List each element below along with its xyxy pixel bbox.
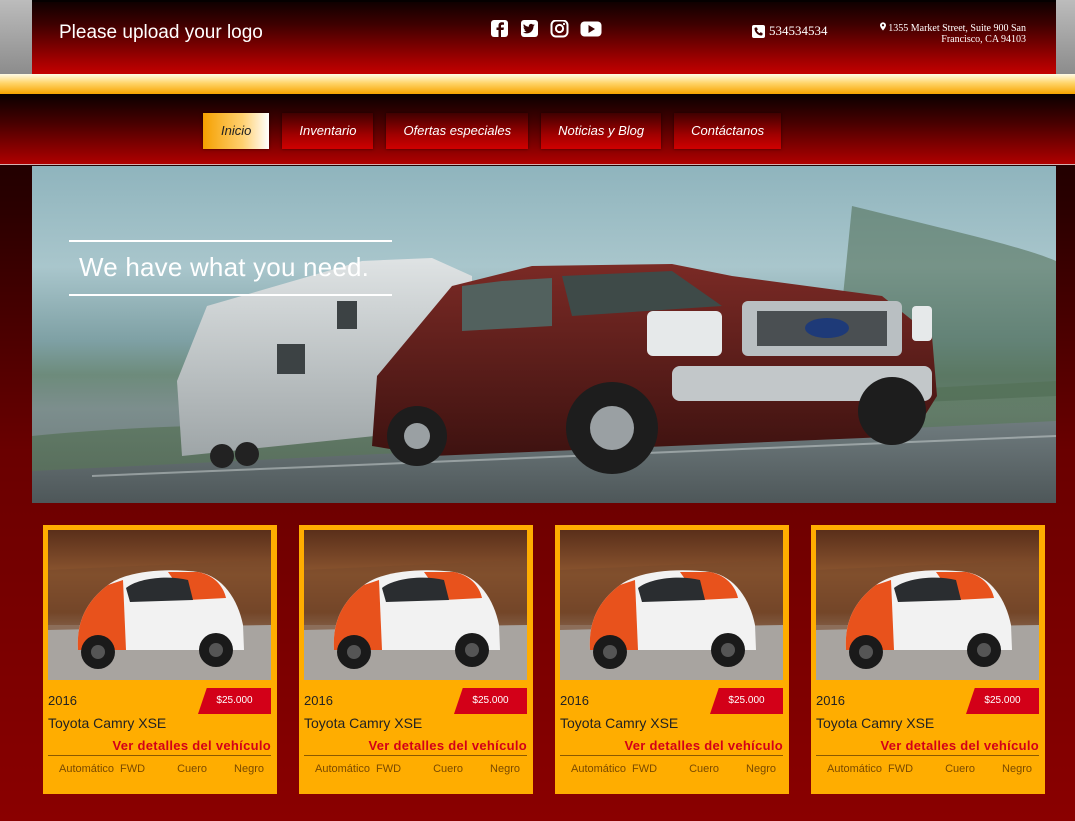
view-details-link[interactable]: Ver detalles del vehículo (624, 738, 783, 753)
card-divider (816, 755, 1039, 756)
vehicle-card[interactable]: 2016 $25.000 Toyota Camry XSE Ver detall… (43, 525, 277, 794)
spec-color: Negro (234, 763, 265, 775)
vehicle-model[interactable]: Toyota Camry XSE (560, 715, 678, 731)
map-marker-icon (879, 22, 889, 34)
phone-icon (752, 24, 765, 38)
vehicle-card[interactable]: 2016 $25.000 Toyota Camry XSE Ver detall… (555, 525, 789, 794)
card-divider (304, 755, 527, 756)
vehicle-year: 2016 (304, 693, 333, 708)
nav-item-contactanos[interactable]: Contáctanos (674, 113, 782, 149)
header-side-left (0, 0, 32, 74)
twitter-icon[interactable] (520, 20, 540, 38)
nav-item-noticias-y-blog[interactable]: Noticias y Blog (541, 113, 662, 149)
gold-divider (0, 74, 1075, 94)
logo-placeholder[interactable]: Please upload your logo (59, 22, 263, 44)
price-badge: $25.000 (198, 688, 271, 714)
hero-line-bottom (69, 294, 392, 296)
view-details-link[interactable]: Ver detalles del vehículo (880, 738, 1039, 753)
facebook-icon[interactable] (490, 20, 510, 38)
phone-contact: 534534534 (752, 23, 828, 39)
hero-banner: We have what you need. (32, 166, 1056, 503)
spec-transmission: Automático (59, 763, 115, 775)
vehicle-model[interactable]: Toyota Camry XSE (48, 715, 166, 731)
card-divider (560, 755, 783, 756)
vehicle-model[interactable]: Toyota Camry XSE (304, 715, 422, 731)
vehicle-image[interactable] (816, 530, 1039, 680)
price-badge: $25.000 (454, 688, 527, 714)
view-details-link[interactable]: Ver detalles del vehículo (368, 738, 527, 753)
social-links (490, 19, 602, 38)
vehicle-image[interactable] (48, 530, 271, 680)
spec-transmission: Automático (571, 763, 627, 775)
vehicle-image[interactable] (560, 530, 783, 680)
spec-color: Negro (746, 763, 777, 775)
spec-color: Negro (490, 763, 521, 775)
spec-drive: FWD (888, 763, 914, 775)
phone-number[interactable]: 534534534 (769, 23, 828, 39)
vehicle-image[interactable] (304, 530, 527, 680)
vehicle-specs: Automático FWD Cuero Negro (816, 763, 1039, 775)
price-badge: $25.000 (966, 688, 1039, 714)
hero-line-top (69, 240, 392, 242)
vehicle-year: 2016 (816, 693, 845, 708)
vehicle-specs: Automático FWD Cuero Negro (560, 763, 783, 775)
main-navigation: Inicio Inventario Ofertas especiales Not… (0, 94, 1075, 165)
spec-interior: Cuero (945, 763, 976, 775)
vehicle-card[interactable]: 2016 $25.000 Toyota Camry XSE Ver detall… (811, 525, 1045, 794)
spec-drive: FWD (376, 763, 402, 775)
youtube-icon[interactable] (580, 20, 602, 38)
vehicle-listings: 2016 $25.000 Toyota Camry XSE Ver detall… (43, 525, 1045, 794)
vehicle-card[interactable]: 2016 $25.000 Toyota Camry XSE Ver detall… (299, 525, 533, 794)
spec-drive: FWD (632, 763, 658, 775)
vehicle-model[interactable]: Toyota Camry XSE (816, 715, 934, 731)
nav-item-inventario[interactable]: Inventario (282, 113, 374, 149)
nav-item-inicio[interactable]: Inicio (203, 113, 270, 149)
address-text: 1355 Market Street, Suite 900 San Franci… (888, 23, 1026, 45)
spec-interior: Cuero (689, 763, 720, 775)
spec-interior: Cuero (433, 763, 464, 775)
header-side-right (1056, 0, 1075, 74)
instagram-icon[interactable] (550, 19, 570, 38)
spec-drive: FWD (120, 763, 146, 775)
address: 1355 Market Street, Suite 900 San Franci… (856, 22, 1026, 45)
vehicle-year: 2016 (48, 693, 77, 708)
site-header: Please upload your logo 534534534 1355 M… (32, 2, 1056, 74)
vehicle-specs: Automático FWD Cuero Negro (304, 763, 527, 775)
vehicle-year: 2016 (560, 693, 589, 708)
hero-truck-image (32, 206, 1056, 503)
spec-transmission: Automático (827, 763, 883, 775)
spec-color: Negro (1002, 763, 1033, 775)
nav-item-ofertas-especiales[interactable]: Ofertas especiales (386, 113, 529, 149)
vehicle-specs: Automático FWD Cuero Negro (48, 763, 271, 775)
card-divider (48, 755, 271, 756)
price-badge: $25.000 (710, 688, 783, 714)
hero-tagline: We have what you need. (79, 252, 370, 282)
spec-interior: Cuero (177, 763, 208, 775)
view-details-link[interactable]: Ver detalles del vehículo (112, 738, 271, 753)
spec-transmission: Automático (315, 763, 371, 775)
